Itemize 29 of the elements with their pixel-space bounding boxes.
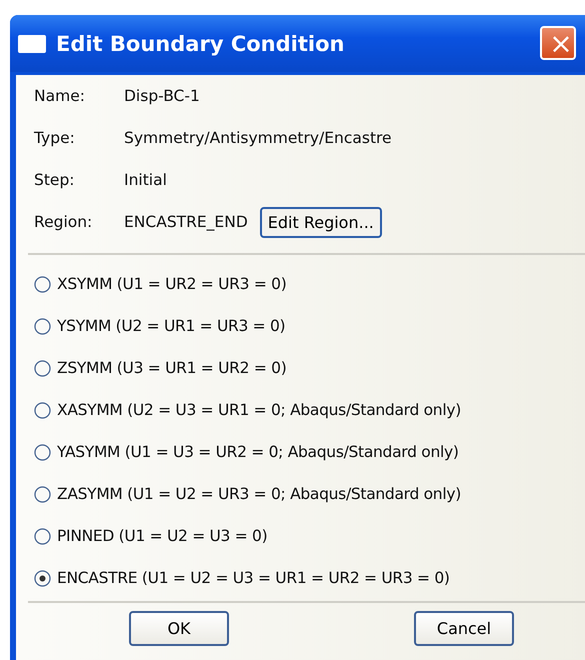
window-title: Edit Boundary Condition xyxy=(56,32,344,56)
field-value: Initial xyxy=(124,171,167,189)
option-label: XASYMM (U2 = U3 = UR1 = 0; Abaqus/Standard only) xyxy=(57,401,461,419)
edit-region-button[interactable]: Edit Region... xyxy=(260,206,382,238)
radio-button[interactable] xyxy=(34,318,51,334)
option-label: PINNED (U1 = U2 = U3 = 0) xyxy=(57,527,268,545)
field-value: Symmetry/Antisymmetry/Encastre xyxy=(124,129,392,147)
option-label: YASYMM (U1 = U3 = UR2 = 0; Abaqus/Standard only) xyxy=(57,443,459,461)
option-label: ENCASTRE (U1 = U2 = U3 = UR1 = UR2 = UR3 = 0) xyxy=(57,569,450,587)
option-label: YSYMM (U2 = UR1 = UR3 = 0) xyxy=(57,317,286,335)
radio-button[interactable] xyxy=(34,444,51,460)
option-label: ZASYMM (U1 = U2 = UR3 = 0; Abaqus/Standard only) xyxy=(57,485,461,503)
option-label: ZSYMM (U3 = UR1 = UR2 = 0) xyxy=(57,359,286,377)
field-value: ENCASTRE_END xyxy=(124,213,248,231)
field-label: Step: xyxy=(34,171,76,189)
radio-button[interactable] xyxy=(34,486,51,502)
option-label: XSYMM (U1 = UR2 = UR3 = 0) xyxy=(57,275,286,293)
field-label: Type: xyxy=(34,129,76,147)
radio-button[interactable] xyxy=(34,402,51,418)
radio-button[interactable] xyxy=(34,276,51,292)
window-icon xyxy=(18,34,46,52)
radio-button[interactable] xyxy=(34,528,51,544)
ok-button[interactable]: OK xyxy=(129,611,229,646)
radio-button[interactable] xyxy=(34,570,51,586)
field-value: Disp-BC-1 xyxy=(124,87,200,105)
cancel-button[interactable]: Cancel xyxy=(414,611,514,646)
field-label: Name: xyxy=(34,87,86,105)
field-label: Region: xyxy=(34,213,94,231)
radio-button[interactable] xyxy=(34,360,51,376)
